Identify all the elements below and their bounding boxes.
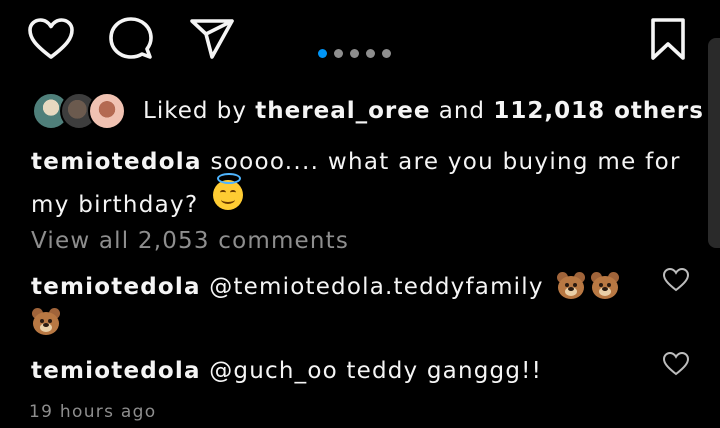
post-footer: Liked by thereal_oree and 112,018 others… — [0, 0, 720, 428]
comment-bubble-icon — [109, 17, 153, 59]
heart-icon — [662, 267, 690, 292]
heart-icon — [28, 18, 74, 59]
comment-item: temiotedola @temiotedola.teddyfamily — [31, 269, 651, 341]
like-button[interactable] — [26, 14, 76, 64]
comment-text: @temiotedola.teddyfamily — [209, 274, 544, 300]
liker-avatars — [32, 92, 128, 130]
comment-text: @guch_oo teddy ganggg!! — [209, 358, 542, 384]
bear-face-emoji — [590, 271, 620, 300]
likes-prefix: Liked by — [143, 98, 247, 124]
comment-username[interactable]: temiotedola — [31, 358, 201, 384]
caption-username[interactable]: temiotedola — [31, 149, 202, 175]
comment-like-button[interactable] — [662, 267, 690, 295]
carousel-dot — [366, 49, 375, 58]
bear-face-emoji — [556, 271, 586, 300]
bear-face-emoji — [31, 307, 61, 336]
carousel-dot — [382, 49, 391, 58]
action-bar — [0, 14, 720, 66]
avatar — [88, 92, 126, 130]
carousel-indicator — [318, 49, 391, 58]
heart-icon — [662, 351, 690, 376]
save-button[interactable] — [643, 14, 693, 64]
comment-like-button[interactable] — [662, 351, 690, 379]
comment-button[interactable] — [106, 14, 156, 64]
smiling-face-with-halo-emoji — [213, 173, 244, 210]
carousel-dot-active — [318, 49, 327, 58]
scrollbar[interactable] — [708, 38, 720, 248]
post-caption: temiotedola soooo.... what are you buyin… — [31, 142, 681, 225]
share-button[interactable] — [187, 14, 237, 64]
comment-item: temiotedola @guch_oo teddy ganggg!! — [31, 353, 651, 389]
view-all-comments-link[interactable]: View all 2,053 comments — [31, 228, 349, 254]
bookmark-icon — [651, 18, 685, 60]
likes-count[interactable]: 112,018 others — [493, 98, 704, 124]
paper-plane-icon — [190, 19, 234, 59]
liker-username[interactable]: thereal_oree — [255, 98, 430, 124]
post-timestamp: 19 hours ago — [29, 402, 157, 422]
likes-row[interactable]: Liked by thereal_oree and 112,018 others — [32, 92, 704, 130]
comment-username[interactable]: temiotedola — [31, 274, 201, 300]
likes-summary: Liked by thereal_oree and 112,018 others — [143, 98, 704, 124]
carousel-dot — [334, 49, 343, 58]
carousel-dot — [350, 49, 359, 58]
likes-connector: and — [438, 98, 486, 124]
